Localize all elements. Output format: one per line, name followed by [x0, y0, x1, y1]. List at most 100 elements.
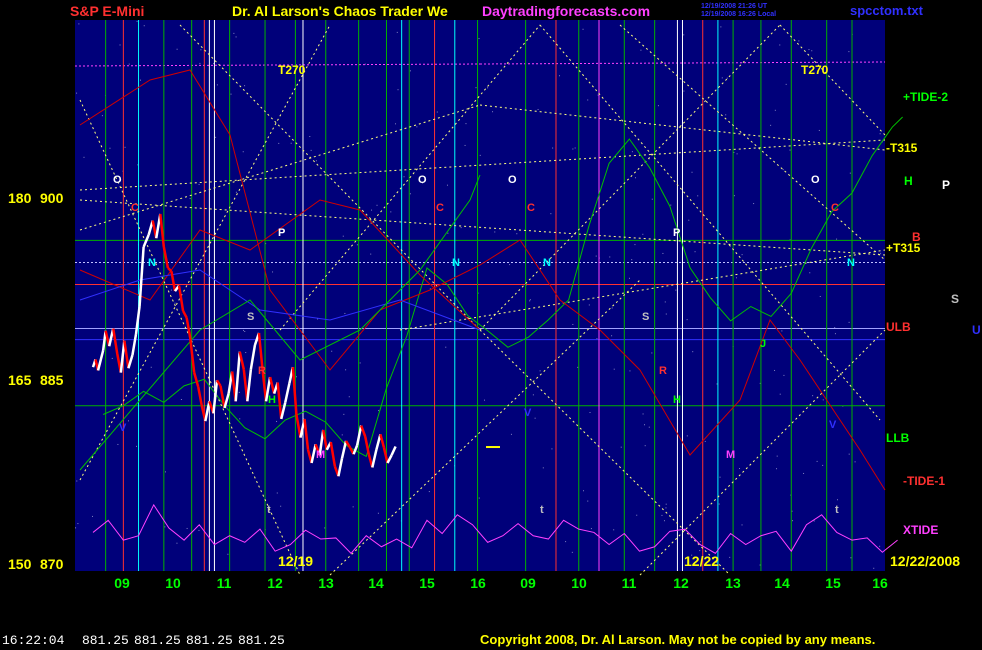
right-label: S: [951, 292, 959, 306]
star: [551, 448, 553, 450]
star: [834, 333, 836, 335]
star: [720, 26, 722, 28]
star: [464, 144, 466, 146]
planet-letter: O: [113, 174, 122, 186]
star: [550, 213, 552, 215]
star: [854, 461, 856, 463]
planet-letter: H: [268, 394, 276, 406]
star: [445, 346, 447, 348]
star: [642, 413, 644, 415]
star: [725, 114, 727, 116]
star: [809, 272, 811, 274]
star: [774, 369, 776, 371]
star: [595, 255, 597, 257]
star: [628, 277, 630, 279]
star: [117, 443, 119, 445]
planet-letter: N: [148, 257, 156, 269]
star: [352, 506, 354, 508]
star: [816, 460, 818, 462]
star: [295, 376, 297, 378]
right-label: P: [942, 178, 950, 192]
site-link[interactable]: Daytradingforecasts.com: [482, 3, 650, 19]
star: [180, 399, 182, 401]
planet-letter: C: [527, 202, 535, 214]
star: [644, 445, 646, 447]
star: [409, 70, 411, 72]
planet-letter: t: [267, 504, 271, 516]
star: [879, 545, 881, 547]
star: [396, 31, 398, 33]
star: [736, 153, 738, 155]
chart-svg: O C N P S R H V Mt O C N O C N Vt P S R H J M O C N Vt +TIDE-2 -T3…: [0, 0, 982, 650]
star: [597, 94, 599, 96]
star: [781, 330, 783, 332]
star: [733, 195, 735, 197]
star: [409, 193, 411, 195]
x-tick-label: 13: [725, 575, 741, 591]
star: [233, 32, 235, 34]
star: [395, 123, 397, 125]
star: [849, 172, 851, 174]
footer-high: 881.25: [134, 633, 181, 648]
x-tick-label: 13: [318, 575, 334, 591]
date-label-full: 12/22/2008: [890, 553, 960, 569]
star: [704, 440, 706, 442]
star: [779, 44, 781, 46]
star: [235, 191, 237, 193]
star: [136, 445, 138, 447]
star: [359, 362, 361, 364]
star: [492, 111, 494, 113]
star: [644, 424, 646, 426]
star: [343, 413, 345, 415]
right-label: H: [904, 174, 913, 188]
star: [378, 410, 380, 412]
x-tick-label: 12: [673, 575, 689, 591]
star: [812, 395, 814, 397]
star: [697, 195, 699, 197]
star: [848, 51, 850, 53]
star: [779, 393, 781, 395]
star: [686, 435, 688, 437]
star: [465, 123, 467, 125]
right-label: ULB: [886, 320, 911, 334]
star: [244, 85, 246, 87]
star: [276, 492, 278, 494]
star: [688, 219, 690, 221]
star: [813, 520, 815, 522]
star: [119, 44, 121, 46]
star: [529, 300, 531, 302]
copyright: Copyright 2008, Dr. Al Larson. May not b…: [480, 632, 875, 647]
star: [92, 515, 94, 517]
star: [879, 133, 881, 135]
star: [243, 329, 245, 331]
star: [376, 204, 378, 206]
chart-window: { "header": { "symbol": "S&P E-Mini", "t…: [0, 0, 982, 650]
star: [78, 23, 80, 25]
star: [315, 160, 317, 162]
star: [143, 25, 145, 27]
planet-letter: C: [131, 202, 139, 214]
star: [798, 40, 800, 42]
t270-label-2: T270: [801, 63, 829, 77]
star: [662, 252, 664, 254]
star: [428, 491, 430, 493]
star: [164, 471, 166, 473]
star: [590, 528, 592, 530]
planet-letter: O: [508, 174, 517, 186]
footer-close: 881.25: [238, 633, 285, 648]
timestamp-local: 12/19/2008 16:26 Local: [701, 11, 776, 18]
star: [670, 204, 672, 206]
star: [529, 299, 531, 301]
x-tick-label: 09: [520, 575, 536, 591]
star: [665, 313, 667, 315]
star: [128, 63, 130, 65]
star: [642, 233, 644, 235]
star: [487, 87, 489, 89]
star: [215, 136, 217, 138]
planet-letter: V: [829, 419, 837, 431]
star: [661, 514, 663, 516]
star: [176, 542, 178, 544]
star: [371, 209, 373, 211]
star: [873, 567, 875, 569]
star: [811, 50, 813, 52]
